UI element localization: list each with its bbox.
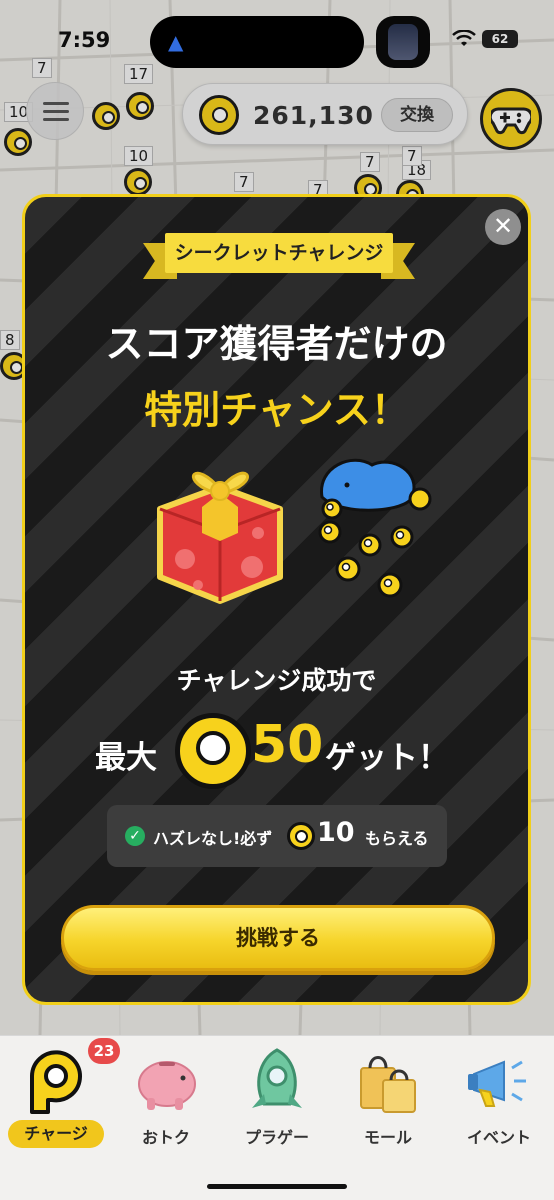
nav-item-charge[interactable]: 23 チャージ <box>0 1036 120 1156</box>
challenge-subtext: チャレンジ成功で <box>176 666 377 695</box>
coin-icon <box>287 822 315 850</box>
max-reward: 最大 50 ゲット！ <box>25 707 528 791</box>
guarantee-suffix: もらえる <box>365 829 429 848</box>
gift-box-icon <box>157 471 283 604</box>
nav-label: モール <box>363 1128 412 1147</box>
bottom-navigation: 23 チャージ おトク プラゲー モール イベント <box>0 1035 554 1200</box>
check-icon: ✓ <box>125 826 145 846</box>
charge-coin-icon <box>30 1050 82 1114</box>
nav-label: プラゲー <box>244 1128 309 1147</box>
close-button[interactable]: ✕ <box>485 209 521 245</box>
guarantee-box: ✓ ハズレなし!必ず 10 もらえる <box>107 805 447 867</box>
reward-suffix: ゲット！ <box>325 740 449 776</box>
secret-challenge-modal: ✕ シークレットチャレンジ スコア獲得者だけの 特別チャンス！ チャレンジ成功で… <box>22 194 531 1005</box>
nav-item-deals[interactable]: おトク <box>111 1036 221 1156</box>
shopping-bags-icon <box>360 1056 416 1113</box>
title-ribbon: シークレットチャレンジ <box>143 233 415 279</box>
piggy-bank-icon <box>138 1061 196 1110</box>
nav-label: イベント <box>466 1128 531 1147</box>
mascot-coins-icon <box>318 458 432 598</box>
reward-prefix: 最大 <box>95 740 157 776</box>
headline-line1: スコア獲得者だけの <box>105 322 448 366</box>
nav-label: おトク <box>141 1128 190 1147</box>
rocket-icon <box>252 1048 302 1108</box>
coin-icon <box>175 713 251 789</box>
home-indicator <box>207 1184 347 1189</box>
guarantee-amount: 10 <box>317 817 355 848</box>
nav-item-events[interactable]: イベント <box>444 1036 554 1156</box>
challenge-button-label: 挑戦する <box>236 926 320 950</box>
ribbon-label: シークレットチャレンジ <box>174 242 384 264</box>
nav-item-mall[interactable]: モール <box>333 1036 443 1156</box>
megaphone-icon <box>468 1060 526 1107</box>
nav-label: チャージ <box>8 1120 104 1148</box>
guarantee-text: ハズレなし!必ず <box>153 829 273 848</box>
challenge-button[interactable]: 挑戦する <box>61 905 495 971</box>
nav-item-games[interactable]: プラゲー <box>222 1036 332 1156</box>
headline-line2: 特別チャンス！ <box>144 388 409 432</box>
reward-amount: 50 <box>251 715 324 775</box>
